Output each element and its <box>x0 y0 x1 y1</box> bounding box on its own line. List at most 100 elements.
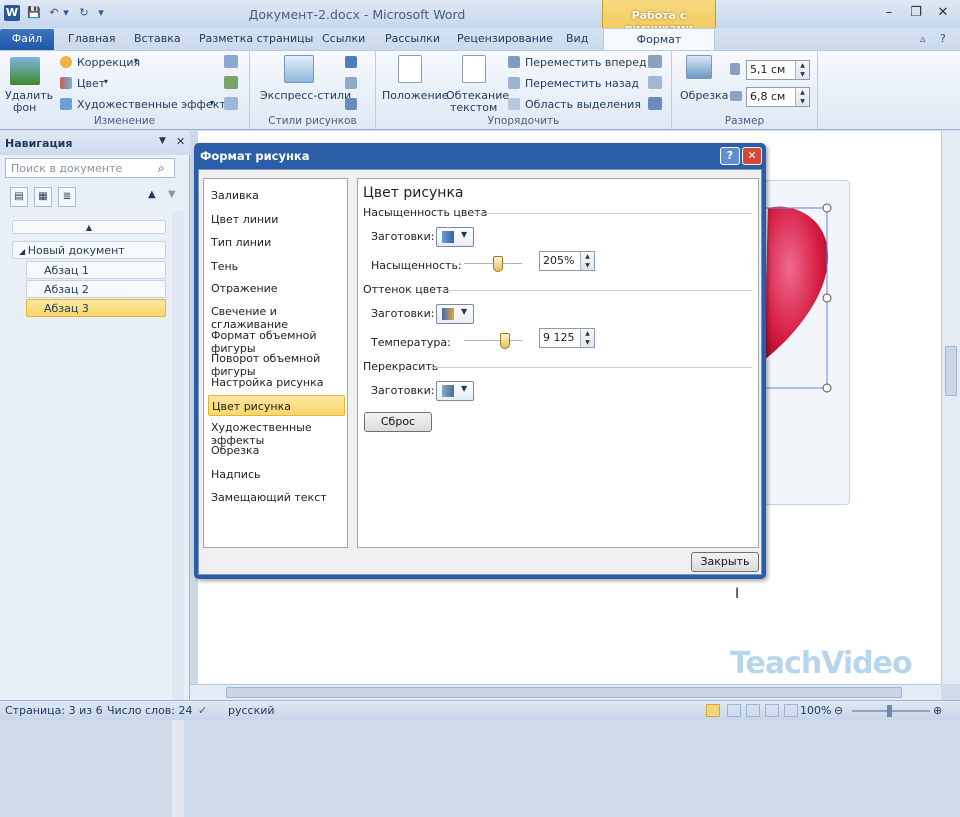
saturation-spinner[interactable]: ▲ ▼ <box>580 252 594 270</box>
proofing-icon[interactable]: ✓ <box>198 704 207 717</box>
remove-background-icon[interactable] <box>10 57 40 85</box>
status-page[interactable]: Страница: 3 из 6 <box>5 704 103 717</box>
tab-view[interactable]: Вид <box>566 32 588 45</box>
resize-handle-r[interactable] <box>822 293 832 303</box>
category-item[interactable]: Формат объемной фигуры <box>208 325 345 355</box>
nav-prev-icon[interactable]: ▲ <box>148 189 156 200</box>
reset-picture-icon[interactable] <box>224 97 238 110</box>
tab-format[interactable]: Формат <box>603 28 715 51</box>
change-picture-icon[interactable] <box>224 76 238 89</box>
group-objects-icon[interactable] <box>648 76 662 89</box>
wrap-text-label-2[interactable]: текстом <box>450 101 497 114</box>
category-item[interactable]: Поворот объемной фигуры <box>208 348 345 378</box>
category-item[interactable]: Цвет линии <box>208 209 345 230</box>
nav-item-doc[interactable]: ◢ Новый документ <box>12 241 166 259</box>
tab-references[interactable]: Ссылки <box>322 32 365 45</box>
category-item[interactable]: Художественные эффекты <box>208 417 345 447</box>
tab-insert[interactable]: Вставка <box>134 32 181 45</box>
nav-options-icon[interactable]: ▼ <box>159 136 166 146</box>
reset-button[interactable]: Сброс <box>364 412 432 432</box>
status-language[interactable]: русский <box>228 704 275 717</box>
category-item[interactable]: Заливка <box>208 185 345 206</box>
horizontal-scrollbar[interactable] <box>190 684 941 700</box>
align-icon[interactable] <box>648 55 662 68</box>
horizontal-scroll-thumb[interactable] <box>226 687 902 698</box>
picture-layout-icon[interactable] <box>345 98 357 110</box>
nav-item-2[interactable]: Абзац 2 <box>26 280 166 298</box>
rotate-icon[interactable] <box>648 97 662 110</box>
remove-background-label-2[interactable]: фон <box>13 101 36 114</box>
dialog-help-button[interactable]: ? <box>720 147 740 165</box>
quick-styles-button[interactable]: Экспресс-стили <box>260 89 351 102</box>
category-item[interactable]: Замещающий текст <box>208 487 345 508</box>
category-item[interactable]: Надпись <box>208 464 345 485</box>
resize-handle-tr[interactable] <box>822 203 832 213</box>
wrap-text-icon[interactable] <box>462 55 486 83</box>
web-layout-view-icon[interactable] <box>746 704 760 717</box>
bring-forward-button[interactable]: Переместить вперед <box>525 56 647 69</box>
zoom-slider-thumb[interactable] <box>887 705 892 717</box>
resize-handle-br[interactable] <box>822 383 832 393</box>
category-item[interactable]: Отражение <box>208 278 345 299</box>
color-button[interactable]: Цвет <box>77 77 105 90</box>
dialog-close-x-button[interactable]: ✕ <box>742 147 762 165</box>
close-window-button[interactable]: ✕ <box>932 5 954 23</box>
compress-pictures-icon[interactable] <box>224 55 238 68</box>
help-icon[interactable]: ? <box>940 32 946 45</box>
crop-icon[interactable] <box>686 55 712 79</box>
correction-button[interactable]: Коррекция <box>77 56 140 69</box>
saturation-slider-thumb[interactable] <box>493 256 503 272</box>
category-item[interactable]: Свечение и сглаживание <box>208 301 345 331</box>
tab-home[interactable]: Главная <box>68 32 116 45</box>
color-dropdown-icon[interactable]: ▾ <box>104 77 108 86</box>
correction-dropdown-icon[interactable]: ▾ <box>134 56 138 65</box>
category-item[interactable]: Тень <box>208 256 345 277</box>
outline-view-icon[interactable] <box>765 704 779 717</box>
draft-view-icon[interactable] <box>784 704 798 717</box>
height-input[interactable]: 5,1 см ▲ ▼ <box>746 60 810 80</box>
nav-item-1[interactable]: Абзац 1 <box>26 261 166 279</box>
tab-mailings[interactable]: Рассылки <box>385 32 440 45</box>
selection-pane-button[interactable]: Область выделения <box>525 98 641 111</box>
nav-close-icon[interactable]: ✕ <box>176 135 185 148</box>
vertical-scrollbar[interactable] <box>941 131 960 684</box>
nav-collapse-bar[interactable]: ▲ <box>12 220 166 234</box>
minimize-ribbon-icon[interactable]: ▵ <box>920 32 926 45</box>
tab-page-layout[interactable]: Разметка страницы <box>199 32 313 45</box>
nav-next-icon[interactable]: ▼ <box>168 189 176 200</box>
temperature-slider[interactable] <box>464 333 522 349</box>
picture-effects-icon[interactable] <box>345 77 357 89</box>
picture-border-icon[interactable] <box>345 56 357 68</box>
print-layout-view-icon[interactable] <box>706 704 720 717</box>
category-item[interactable]: Обрезка <box>208 440 345 461</box>
height-spinner[interactable]: ▲ ▼ <box>795 61 809 79</box>
tone-presets-dropdown[interactable]: ▼ <box>436 304 474 324</box>
status-words[interactable]: Число слов: 24 <box>107 704 193 717</box>
vertical-scroll-thumb[interactable] <box>945 346 957 396</box>
category-item[interactable]: Настройка рисунка <box>208 372 345 393</box>
nav-search-input[interactable]: Поиск в документе <box>5 158 175 178</box>
nav-search-icon[interactable]: ⌕ <box>158 161 165 176</box>
saturation-slider[interactable] <box>464 256 522 272</box>
minimize-button[interactable]: – <box>878 5 900 23</box>
category-item[interactable]: Цвет рисунка <box>208 395 345 416</box>
width-spinner[interactable]: ▲ ▼ <box>795 88 809 106</box>
width-input[interactable]: 6,8 см ▲ ▼ <box>746 87 810 107</box>
restore-button[interactable]: ❐ <box>905 5 927 23</box>
recolor-presets-dropdown[interactable]: ▼ <box>436 381 474 401</box>
art-effects-dropdown-icon[interactable]: ▾ <box>210 98 214 107</box>
send-backward-button[interactable]: Переместить назад <box>525 77 639 90</box>
dialog-close-button[interactable]: Закрыть <box>691 552 759 572</box>
status-zoom[interactable]: 100% <box>800 704 831 717</box>
nav-expand-icon[interactable]: ◢ <box>19 247 28 256</box>
temperature-slider-thumb[interactable] <box>500 333 510 349</box>
quick-styles-icon[interactable] <box>284 55 314 83</box>
heart-picture[interactable] <box>760 200 840 400</box>
saturation-presets-dropdown[interactable]: ▼ <box>436 227 474 247</box>
nav-pages-button[interactable]: ▦ <box>34 187 52 207</box>
saturation-input[interactable]: 205% ▲ ▼ <box>539 251 595 271</box>
zoom-out-icon[interactable]: ⊖ <box>834 704 843 717</box>
position-button[interactable]: Положение <box>382 89 449 102</box>
temperature-spinner[interactable]: ▲ ▼ <box>580 329 594 347</box>
tab-file[interactable]: Файл <box>0 29 54 50</box>
